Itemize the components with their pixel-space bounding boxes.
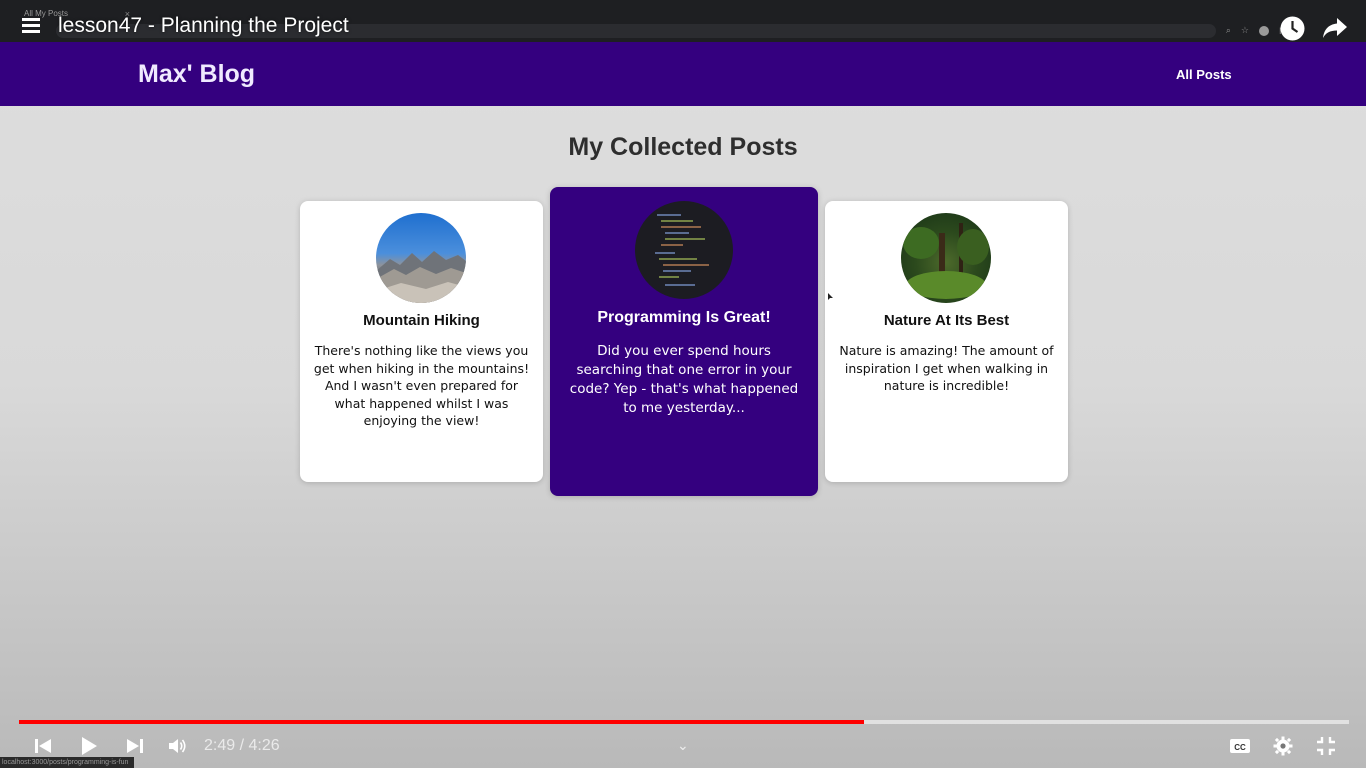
post-card-mountain-hiking[interactable]: Mountain Hiking There's nothing like the… — [300, 201, 543, 482]
time-display: 2:49 / 4:26 — [204, 737, 280, 755]
post-title: Programming Is Great! — [597, 309, 771, 326]
post-title: Nature At Its Best — [883, 312, 1010, 329]
share-icon[interactable] — [1322, 17, 1348, 39]
video-title[interactable]: lesson47 - Planning the Project — [58, 14, 349, 38]
video-frame[interactable]: All My Posts × ⌕ ☆ Inco Max' Blog All Po… — [0, 0, 1366, 768]
mouse-cursor-icon — [828, 293, 833, 300]
exit-fullscreen-icon[interactable] — [1316, 736, 1336, 756]
post-excerpt: Did you ever spend hours searching that … — [569, 343, 799, 416]
post-card-nature[interactable]: Nature At Its Best Nature is amazing! Th… — [825, 201, 1068, 482]
volume-icon[interactable] — [168, 736, 188, 756]
post-excerpt: There's nothing like the views you get w… — [313, 343, 530, 428]
menu-icon[interactable] — [22, 18, 42, 36]
gear-icon[interactable] — [1273, 736, 1293, 756]
star-icon: ☆ — [1240, 25, 1249, 35]
all-posts-link[interactable]: All Posts — [1176, 67, 1232, 82]
svg-text:CC: CC — [1234, 743, 1246, 752]
play-icon[interactable] — [80, 736, 98, 756]
post-excerpt: Nature is amazing! The amount of inspira… — [839, 343, 1054, 393]
post-card-programming[interactable]: Programming Is Great! Did you ever spend… — [550, 187, 818, 496]
current-time: 2:49 — [204, 737, 236, 754]
incognito-icon — [1258, 25, 1269, 36]
post-image-forest — [901, 213, 991, 303]
duration: 4:26 — [248, 737, 280, 754]
captions-icon[interactable]: CC — [1229, 736, 1251, 756]
blog-logo: Max' Blog — [138, 60, 256, 88]
post-image-mountains — [376, 213, 466, 303]
search-icon: ⌕ — [1225, 25, 1231, 35]
post-title: Mountain Hiking — [363, 312, 480, 329]
page-title: My Collected Posts — [568, 133, 798, 161]
post-image-code — [635, 201, 733, 299]
clock-icon[interactable] — [1280, 16, 1305, 41]
blog-navbar: Max' Blog All Posts — [0, 42, 1366, 106]
skip-previous-icon[interactable] — [34, 736, 52, 756]
progress-played — [19, 720, 864, 724]
browser-status-url: localhost:3000/posts/programming-is-fun — [0, 757, 134, 768]
progress-bar[interactable] — [19, 720, 1349, 724]
skip-next-icon[interactable] — [126, 736, 144, 756]
chevron-down-icon[interactable]: ⌄ — [677, 737, 689, 754]
time-separator: / — [239, 737, 245, 754]
